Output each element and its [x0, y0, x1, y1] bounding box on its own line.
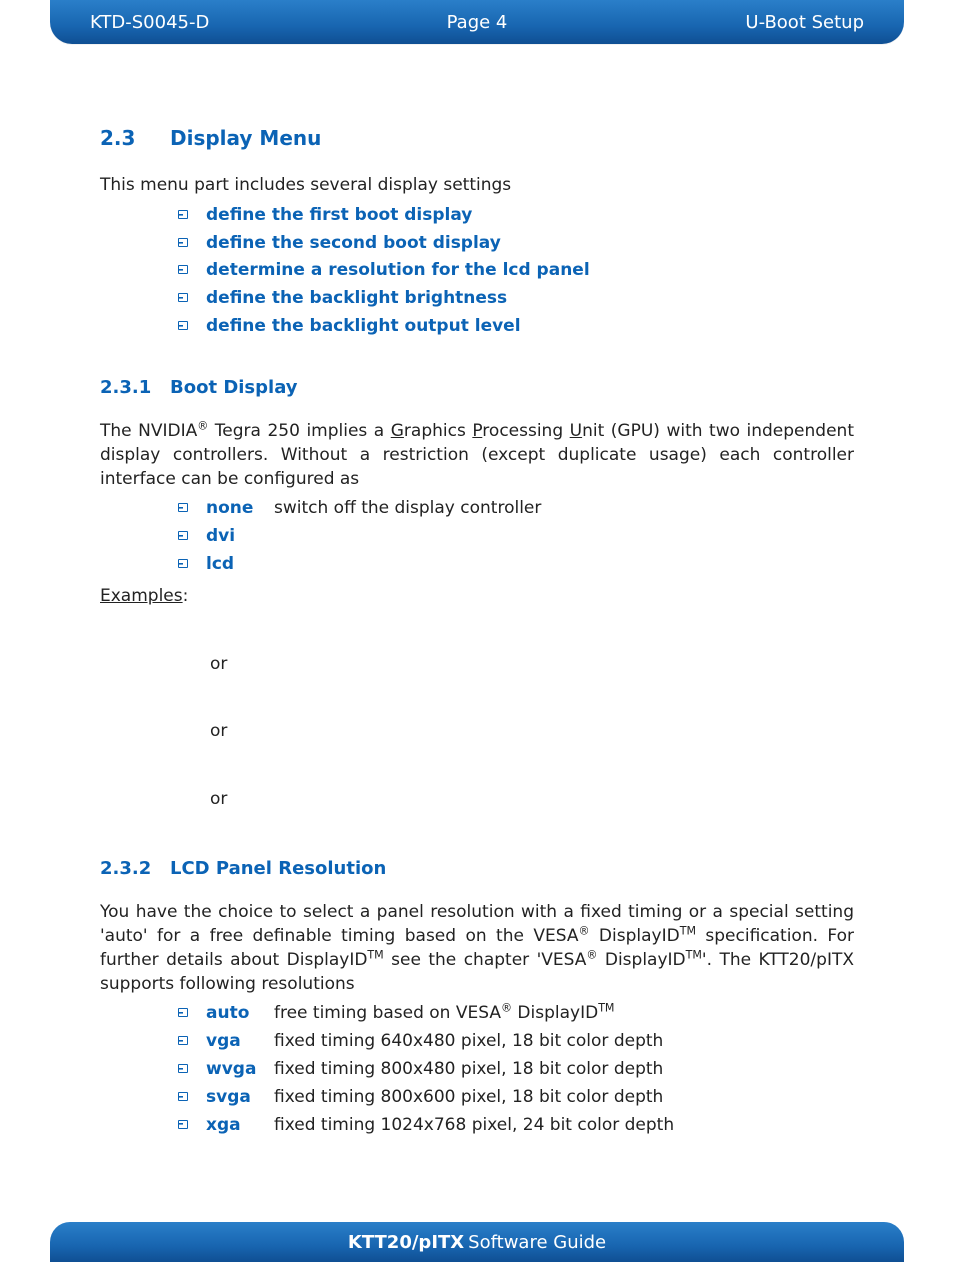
text: rocessing [482, 421, 569, 441]
or-separator: or [210, 788, 854, 812]
section-name: U-Boot Setup [745, 12, 864, 33]
option-term: dvi [206, 525, 274, 549]
list-item: svga fixed timing 800x600 pixel, 18 bit … [178, 1086, 854, 1110]
option-term: auto [206, 1002, 274, 1026]
subsection-heading: 2.3.2LCD Panel Resolution [100, 856, 854, 881]
section-intro: This menu part includes several display … [100, 174, 854, 198]
option-term: vga [206, 1030, 274, 1054]
subsection-title: Boot Display [170, 377, 298, 398]
trademark-mark: TM [367, 948, 383, 961]
list-item: lcd [178, 553, 854, 577]
trademark-mark: TM [598, 1002, 614, 1015]
colon: : [183, 586, 189, 606]
option-term: svga [206, 1086, 274, 1110]
option-term: wvga [206, 1058, 274, 1082]
registered-mark: ® [578, 924, 589, 937]
page-body: 2.3Display Menu This menu part includes … [0, 44, 954, 1181]
text: Tegra 250 implies a [208, 421, 390, 441]
list-item: wvga fixed timing 800x480 pixel, 18 bit … [178, 1058, 854, 1082]
subsection-heading: 2.3.1Boot Display [100, 375, 854, 400]
text: The NVIDIA [100, 421, 197, 441]
section-title: Display Menu [170, 126, 321, 150]
trademark-mark: TM [680, 924, 696, 937]
boot-display-paragraph: The NVIDIA® Tegra 250 implies a Graphics… [100, 420, 854, 491]
list-item: define the first boot display [178, 204, 854, 228]
footer-product: KTT20/pITX [348, 1232, 464, 1253]
list-item: xga fixed timing 1024x768 pixel, 24 bit … [178, 1114, 854, 1138]
page-footer: KTT20/pITX Software Guide [50, 1222, 904, 1262]
registered-mark: ® [197, 419, 208, 432]
list-item: define the backlight brightness [178, 287, 854, 311]
list-item: define the second boot display [178, 232, 854, 256]
section-heading: 2.3Display Menu [100, 124, 854, 152]
subsection-title: LCD Panel Resolution [170, 858, 386, 879]
text: raphics [404, 421, 472, 441]
option-term: xga [206, 1114, 274, 1138]
text: DisplayID [590, 926, 680, 946]
option-desc: switch off the display controller [274, 497, 541, 521]
underlined-letter: G [391, 421, 404, 441]
lcd-resolution-paragraph: You have the choice to select a panel re… [100, 901, 854, 996]
list-item: vga fixed timing 640x480 pixel, 18 bit c… [178, 1030, 854, 1054]
option-desc: free timing based on VESA® DisplayIDTM [274, 1002, 614, 1026]
subsection-number: 2.3.2 [100, 856, 170, 881]
controller-options-list: none switch off the display controller d… [100, 497, 854, 576]
underlined-letter: P [472, 421, 482, 441]
option-desc: fixed timing 640x480 pixel, 18 bit color… [274, 1030, 663, 1054]
text: see the chapter 'VESA [384, 950, 587, 970]
examples-label: Examples [100, 586, 183, 606]
examples-block: Examples: or or or [100, 585, 854, 812]
list-item: define the backlight output level [178, 315, 854, 339]
list-item: dvi [178, 525, 854, 549]
underlined-letter: U [570, 421, 582, 441]
option-term: none [206, 497, 274, 521]
option-term: lcd [206, 553, 274, 577]
list-item: none switch off the display controller [178, 497, 854, 521]
section-number: 2.3 [100, 124, 170, 152]
registered-mark: ® [501, 1002, 512, 1015]
subsection-number: 2.3.1 [100, 375, 170, 400]
option-desc: fixed timing 800x600 pixel, 18 bit color… [274, 1086, 663, 1110]
list-item: auto free timing based on VESA® DisplayI… [178, 1002, 854, 1026]
doc-id: KTD-S0045-D [90, 12, 209, 33]
list-item: determine a resolution for the lcd panel [178, 259, 854, 283]
examples-or-list: or or or [210, 653, 854, 812]
resolution-options-list: auto free timing based on VESA® DisplayI… [100, 1002, 854, 1137]
footer-subtitle: Software Guide [468, 1232, 606, 1253]
or-separator: or [210, 720, 854, 744]
registered-mark: ® [586, 948, 597, 961]
text: DisplayID [597, 950, 685, 970]
or-separator: or [210, 653, 854, 677]
page-header: KTD-S0045-D Page 4 U-Boot Setup [50, 0, 904, 44]
display-settings-list: define the first boot display define the… [100, 204, 854, 339]
option-desc: fixed timing 1024x768 pixel, 24 bit colo… [274, 1114, 674, 1138]
trademark-mark: TM [686, 948, 702, 961]
option-desc: fixed timing 800x480 pixel, 18 bit color… [274, 1058, 663, 1082]
text: free timing based on VESA [274, 1003, 501, 1023]
text: DisplayID [512, 1003, 598, 1023]
